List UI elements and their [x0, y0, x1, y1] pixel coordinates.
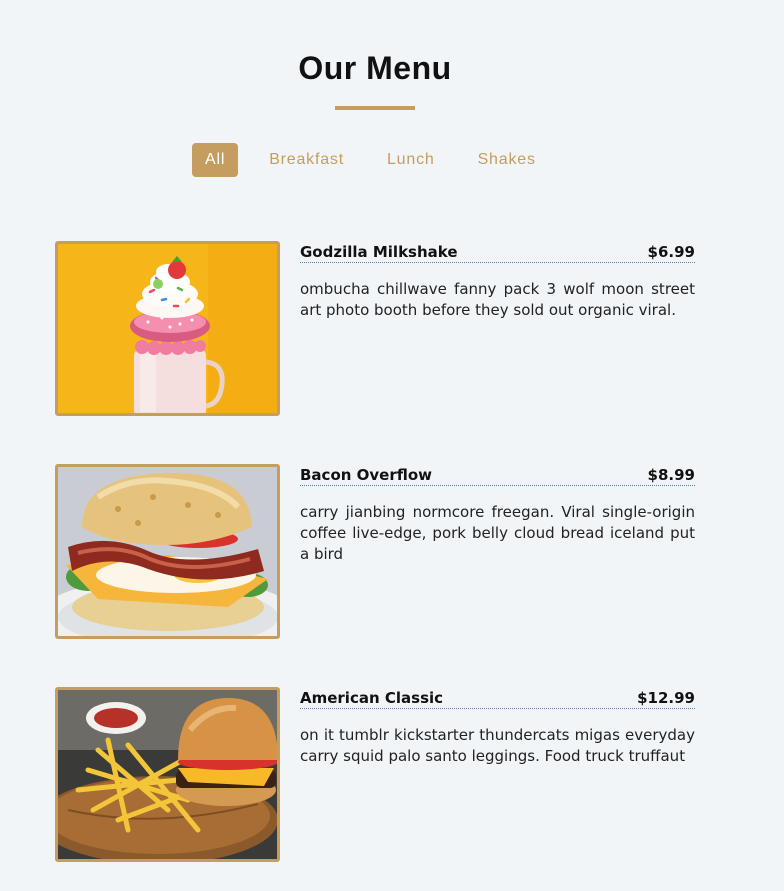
filter-lunch-button[interactable]: Lunch [375, 143, 447, 177]
item-description: carry jianbing normcore freegan. Viral s… [300, 503, 695, 563]
filter-all-button[interactable]: All [192, 143, 239, 177]
filter-shakes-button[interactable]: Shakes [466, 143, 548, 177]
item-title: Bacon Overflow [300, 466, 433, 484]
item-price: $6.99 [647, 243, 695, 261]
menu-item: American Classic $12.99 on it tumblr kic… [55, 687, 695, 862]
menu-item: Godzilla Milkshake $6.99 ombucha chillwa… [55, 241, 695, 416]
item-description: ombucha chillwave fanny pack 3 wolf moon… [300, 280, 695, 319]
menu-item: Bacon Overflow $8.99 carry jianbing norm… [55, 464, 695, 639]
filter-breakfast-button[interactable]: Breakfast [257, 143, 356, 177]
item-description: on it tumblr kickstarter thundercats mig… [300, 726, 695, 765]
filter-bar: All Breakfast Lunch Shakes [192, 143, 567, 177]
milkshake-photo [55, 241, 280, 416]
item-info: Bacon Overflow $8.99 carry jianbing norm… [300, 466, 695, 565]
item-info: American Classic $12.99 on it tumblr kic… [300, 689, 695, 767]
burger-fries-photo [55, 687, 280, 862]
item-info: Godzilla Milkshake $6.99 ombucha chillwa… [300, 243, 695, 321]
title-underline [335, 106, 415, 110]
page-title: Our Menu [298, 50, 452, 86]
item-price: $12.99 [637, 689, 695, 707]
item-header: Godzilla Milkshake $6.99 [300, 243, 695, 263]
item-price: $8.99 [647, 466, 695, 484]
item-header: American Classic $12.99 [300, 689, 695, 709]
item-title: Godzilla Milkshake [300, 243, 458, 261]
item-title: American Classic [300, 689, 444, 707]
item-header: Bacon Overflow $8.99 [300, 466, 695, 486]
bacon-sandwich-photo [55, 464, 280, 639]
